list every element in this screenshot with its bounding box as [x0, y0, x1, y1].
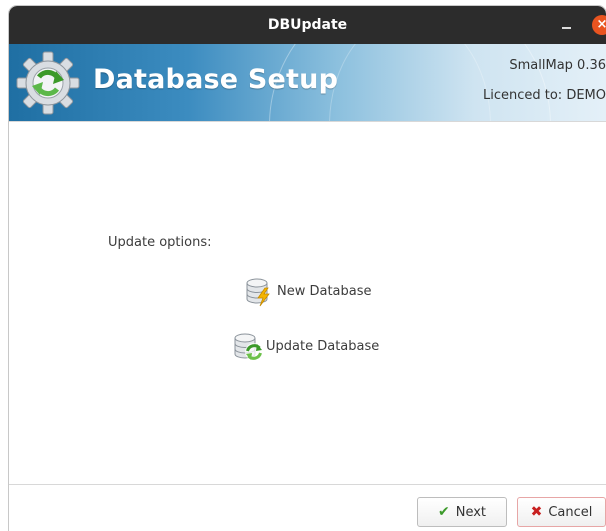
cancel-label: Cancel	[548, 504, 593, 520]
cancel-button[interactable]: ✖ Cancel	[517, 497, 606, 527]
footer-bar: ✔ Next ✖ Cancel	[9, 485, 606, 531]
version-label: SmallMap 0.36	[509, 58, 606, 73]
new-database-option[interactable]: New Database	[243, 276, 372, 307]
update-options-label: Update options:	[108, 235, 212, 250]
header-banner: Database Setup SmallMap 0.36 Licenced to…	[9, 44, 606, 121]
window-title: DBUpdate	[267, 17, 348, 33]
dbupdate-window: DBUpdate × Database Setup SmallMap 0.36 …	[9, 6, 606, 531]
next-label: Next	[455, 504, 487, 520]
close-icon: ×	[596, 17, 606, 32]
gear-refresh-icon	[16, 51, 80, 115]
banner-decoration	[329, 44, 491, 121]
close-button[interactable]: ×	[592, 15, 606, 35]
new-database-label: New Database	[277, 283, 372, 299]
update-database-option[interactable]: Update Database	[232, 331, 379, 361]
minimize-icon	[562, 27, 571, 29]
content-area: Update options: New Database Update Data…	[9, 122, 606, 484]
next-button[interactable]: ✔ Next	[417, 497, 507, 527]
title-bar[interactable]: DBUpdate ×	[9, 6, 606, 44]
database-lightning-icon	[246, 278, 270, 307]
banner-title: Database Setup	[93, 64, 339, 95]
licence-label: Licenced to: DEMO	[482, 88, 606, 103]
check-icon: ✔	[437, 504, 450, 520]
database-refresh-icon	[234, 333, 263, 361]
minimize-button[interactable]	[557, 15, 577, 35]
update-database-label: Update Database	[266, 338, 380, 354]
x-icon: ✖	[530, 504, 543, 520]
